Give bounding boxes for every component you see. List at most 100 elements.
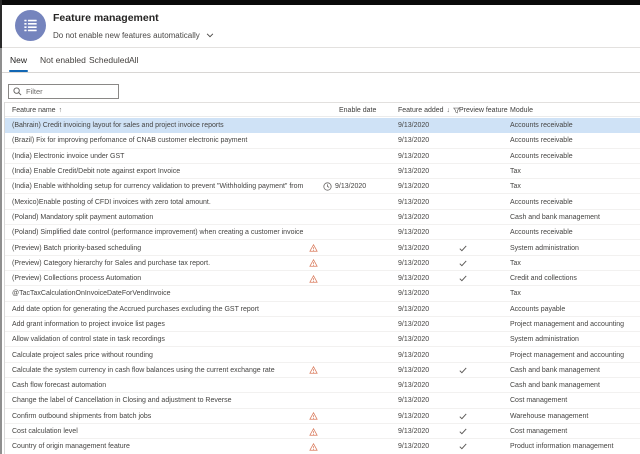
tab-not-enabled[interactable]: Not enabled — [40, 55, 86, 65]
preview-feature-cell — [459, 256, 505, 271]
feature-name-cell: @TacTaxCalculationOnInvoiceDateForVendIn… — [12, 290, 171, 298]
warning-icon — [309, 442, 318, 451]
table-row[interactable]: (Preview) Collections process Automation… — [5, 270, 640, 287]
table-row[interactable]: (Brazil) Fix for improving perfomance of… — [5, 133, 640, 149]
tab-scheduled[interactable]: Scheduled — [89, 55, 129, 65]
column-header-feature-added[interactable]: Feature added ↓ — [398, 103, 461, 118]
features-grid: Feature name ↑ Enable date Feature added… — [4, 102, 640, 454]
enable-date-cell — [305, 409, 396, 424]
table-body: (Bahrain) Credit invoicing layout for sa… — [5, 118, 640, 454]
table-row[interactable]: (India) Enable Credit/Debit note against… — [5, 163, 640, 180]
column-header-feature-name[interactable]: Feature name ↑ — [12, 103, 62, 118]
checkmark-icon — [459, 443, 467, 450]
module-cell: Credit and collections — [510, 275, 577, 283]
grid-header: Feature name ↑ Enable date Feature added… — [5, 102, 640, 117]
feature-added-cell: 9/13/2020 — [398, 443, 430, 451]
table-row[interactable]: (Poland) Simplified date control (perfor… — [5, 225, 640, 241]
table-row[interactable]: Calculate the system currency in cash fl… — [5, 362, 640, 379]
enable-date-cell — [305, 164, 396, 179]
enable-date-cell — [305, 271, 396, 286]
preview-feature-cell — [459, 347, 505, 362]
feature-name-cell: (Bahrain) Credit invoicing layout for sa… — [12, 122, 224, 130]
preview-feature-cell — [459, 439, 505, 454]
feature-added-cell: 9/13/2020 — [398, 305, 430, 313]
warning-icon — [309, 427, 318, 436]
page-title: Feature management — [53, 12, 159, 24]
auto-enable-dropdown-label: Do not enable new features automatically — [53, 30, 200, 40]
table-row[interactable]: Add date option for generating the Accru… — [5, 301, 640, 317]
enable-date-cell — [305, 424, 396, 439]
filter-input[interactable]: Filter — [8, 84, 119, 99]
enable-date-cell — [305, 194, 396, 209]
table-row[interactable]: Allow validation of control state in tas… — [5, 332, 640, 348]
module-cell: Cost management — [510, 428, 568, 436]
enable-date-cell — [305, 317, 396, 332]
preview-feature-cell — [459, 179, 505, 194]
column-header-module[interactable]: Module — [510, 103, 533, 118]
search-icon — [13, 87, 22, 96]
feature-name-cell: (Preview) Collections process Automation — [12, 275, 142, 283]
warning-icon — [309, 259, 318, 267]
feature-name-cell: (India) Enable Credit/Debit note against… — [12, 168, 181, 176]
table-row[interactable]: (Bahrain) Credit invoicing layout for sa… — [5, 118, 640, 134]
tab-all[interactable]: All — [129, 55, 138, 65]
preview-feature-cell — [459, 164, 505, 179]
preview-feature-cell — [459, 271, 505, 286]
module-cell: Project management and accounting — [510, 351, 625, 359]
feature-name-cell: (Poland) Simplified date control (perfor… — [12, 229, 303, 237]
warning-icon — [309, 412, 318, 420]
table-row[interactable]: Add grant information to project invoice… — [5, 316, 640, 333]
table-row[interactable]: (Mexico)Enable posting of CFDI invoices … — [5, 194, 640, 210]
table-row[interactable]: Change the label of Cancellation in Clos… — [5, 393, 640, 409]
table-row[interactable]: Cost calculation level 9/13/2020 Cost mana… — [5, 423, 640, 440]
checkmark-icon — [459, 413, 467, 420]
feature-added-cell: 9/13/2020 — [398, 122, 430, 130]
table-row[interactable]: (Preview) Batch priority-based schedulin… — [5, 240, 640, 256]
module-cell: Cash and bank management — [510, 366, 600, 374]
sort-ascending-icon: ↑ — [58, 107, 63, 114]
preview-feature-cell — [459, 210, 505, 225]
table-row[interactable]: (Preview) Category hierarchy for Sales a… — [5, 255, 640, 271]
checkmark-icon — [459, 367, 467, 374]
enable-date-cell — [305, 118, 396, 133]
feature-name-cell: Change the label of Cancellation in Clos… — [12, 397, 232, 405]
table-row[interactable]: Cash flow forecast automation 9/13/2020 Ca… — [5, 378, 640, 394]
table-row[interactable]: Confirm outbound shipments from batch jo… — [5, 408, 640, 424]
module-cell: Cost management — [510, 397, 568, 405]
warning-icon — [309, 244, 318, 252]
clock-icon — [323, 182, 332, 191]
enable-date-cell: 9/13/2020 — [305, 179, 396, 194]
tab-new[interactable]: New — [10, 55, 27, 65]
enable-date-cell — [305, 378, 396, 393]
module-cell: Accounts receivable — [510, 229, 573, 237]
table-row[interactable]: (India) Enable withholding setup for cur… — [5, 179, 640, 195]
feature-name-cell: Calculate the system currency in cash fl… — [12, 366, 275, 374]
module-cell: Tax — [510, 168, 521, 176]
feature-added-cell: 9/13/2020 — [398, 213, 430, 221]
feature-name-cell: Calculate project sales price without ro… — [12, 351, 153, 359]
table-row[interactable]: (India) Electronic invoice under GST 9/13… — [5, 148, 640, 164]
feature-name-cell: (India) Enable withholding setup for cur… — [12, 183, 303, 191]
enable-date-value: 9/13/2020 — [335, 183, 367, 191]
enable-date-cell — [305, 210, 396, 225]
table-row[interactable]: @TacTaxCalculationOnInvoiceDateForVendIn… — [5, 286, 640, 302]
enable-date-cell — [305, 347, 396, 362]
feature-name-cell: Cash flow forecast automation — [12, 382, 107, 390]
feature-management-workspace-icon — [15, 10, 46, 41]
warning-icon — [309, 366, 318, 375]
selected-tab-underline — [9, 70, 28, 72]
enable-date-cell — [305, 302, 396, 317]
column-header-enable-date[interactable]: Enable date — [339, 103, 376, 118]
table-row[interactable]: (Poland) Mandatory split payment automat… — [5, 209, 640, 226]
table-row[interactable]: Country of origin management feature 9/13… — [5, 439, 640, 454]
preview-feature-cell — [459, 118, 505, 133]
feature-name-cell: Allow validation of control state in tas… — [12, 336, 165, 344]
feature-added-cell: 9/13/2020 — [398, 321, 430, 328]
column-header-preview-feature[interactable]: Preview feature — [459, 103, 508, 118]
feature-name-cell: Add grant information to project invoice… — [12, 321, 165, 328]
window-left-edge — [0, 0, 2, 454]
enable-date-cell — [305, 133, 396, 148]
sort-descending-icon: ↓ — [446, 107, 451, 114]
table-row[interactable]: Calculate project sales price without ro… — [5, 347, 640, 363]
auto-enable-dropdown[interactable]: Do not enable new features automatically — [53, 29, 214, 41]
